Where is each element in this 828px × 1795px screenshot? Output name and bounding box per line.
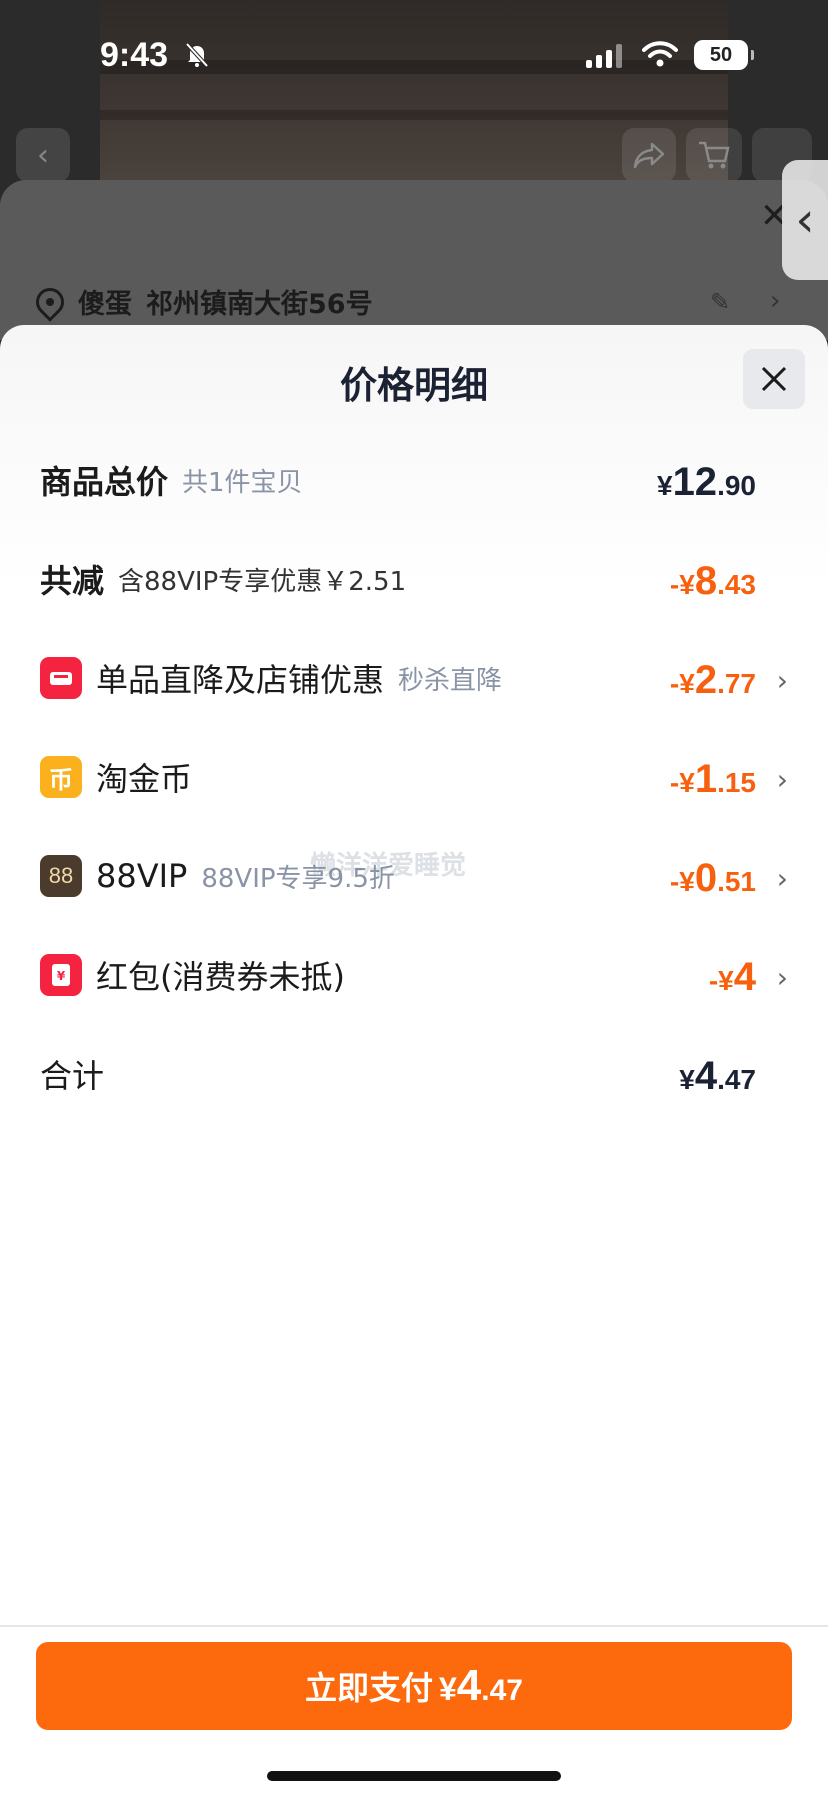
pay-amount: ¥4.47	[439, 1661, 523, 1711]
silent-bell-icon	[185, 42, 209, 68]
row-label: 合计	[40, 1057, 105, 1095]
divider	[0, 1625, 828, 1627]
row-label: 单品直降及店铺优惠	[96, 661, 385, 699]
row-amount: -¥ 0.51	[670, 846, 756, 906]
status-bar: 9:43 50	[0, 0, 828, 110]
sheet-title: 价格明细	[340, 364, 488, 407]
amount-int: 8	[694, 559, 718, 603]
row-sub: 共1件宝贝	[182, 467, 303, 498]
chevron-right-icon[interactable]: ›	[770, 286, 780, 316]
vip-icon: 88	[40, 855, 82, 897]
side-collapse-tab[interactable]: ‹	[782, 160, 828, 280]
amount-currency: -¥	[669, 569, 695, 600]
row-label: 商品总价	[40, 463, 169, 501]
amount-dec: .47	[717, 1064, 756, 1095]
chevron-right-icon: ›	[776, 763, 788, 796]
status-time: 9:43	[100, 36, 169, 74]
row-amount: -¥ 8.43	[670, 549, 756, 609]
pay-label: 立即支付	[304, 1669, 433, 1707]
chevron-left-icon: ‹	[795, 192, 815, 248]
row-label: 88VIP	[96, 857, 188, 895]
share-icon	[633, 142, 665, 169]
share-button[interactable]	[622, 128, 676, 182]
chevron-left-icon: ‹	[37, 137, 49, 173]
amount-int: 2	[694, 658, 718, 702]
row-amount: -¥ 2.77	[670, 648, 756, 708]
amount-currency: -¥	[669, 668, 695, 699]
home-indicator[interactable]	[267, 1771, 561, 1781]
svg-text:¥: ¥	[57, 969, 66, 983]
row-amount: ¥12.90	[657, 450, 756, 510]
row-label: 红包(消费券未抵)	[96, 958, 345, 996]
amount-dec: .51	[717, 866, 756, 897]
shop-icon	[40, 657, 82, 699]
address-name: 傻蛋	[78, 289, 132, 320]
row-total-discount: 共减 含88VIP专享优惠￥2.51 -¥ 8.43	[40, 549, 788, 609]
amount-dec: .47	[481, 1674, 523, 1707]
chevron-right-icon: ›	[776, 862, 788, 895]
cart-button[interactable]	[686, 128, 742, 182]
red-packet-icon: ¥	[40, 954, 82, 996]
cart-icon	[699, 141, 730, 169]
chevron-right-icon: ›	[776, 961, 788, 994]
row-amount: -¥ 4	[709, 945, 756, 1005]
close-button[interactable]	[743, 349, 805, 409]
amount-currency: -¥	[669, 767, 695, 798]
amount-currency: ¥	[439, 1671, 457, 1707]
row-sub: 含88VIP专享优惠￥2.51	[118, 566, 407, 597]
amount-currency: -¥	[669, 866, 695, 897]
amount-int: 1	[694, 757, 718, 801]
wifi-icon	[642, 41, 678, 67]
row-total-price: 商品总价 共1件宝贝 ¥12.90	[40, 450, 788, 510]
price-detail-sheet: 价格明细 商品总价 共1件宝贝 ¥12.90 共减 含88VIP专享优惠￥2.5…	[0, 325, 828, 1795]
row-amount: ¥4.47	[679, 1044, 756, 1104]
chevron-right-icon: ›	[776, 664, 788, 697]
row-red-packet[interactable]: ¥ 红包(消费券未抵) -¥ 4 ›	[40, 945, 788, 1005]
amount-dec: .90	[717, 470, 756, 501]
back-button[interactable]: ‹	[16, 128, 70, 182]
row-label: 淘金币	[96, 760, 193, 798]
address-text: 祁州镇南大街56号	[146, 289, 373, 320]
row-taojinbi[interactable]: 币 淘金币 -¥ 1.15 ›	[40, 747, 788, 807]
amount-dec: .43	[717, 569, 756, 600]
amount-int: 4	[694, 1054, 718, 1098]
close-icon	[761, 366, 787, 392]
row-sub: 秒杀直降	[398, 665, 503, 696]
amount-int: 4	[733, 955, 756, 999]
amount-currency: -¥	[708, 965, 734, 996]
address-row[interactable]: 傻蛋 祁州镇南大街56号	[30, 281, 373, 322]
amount-currency: ¥	[679, 1064, 695, 1095]
row-shop-discount[interactable]: 单品直降及店铺优惠 秒杀直降 -¥ 2.77 ›	[40, 648, 788, 708]
amount-int: 12	[672, 460, 718, 504]
row-label: 共减	[40, 562, 105, 600]
amount-currency: ¥	[656, 470, 673, 501]
cellular-signal-icon	[586, 44, 622, 68]
amount-int: 0	[694, 856, 718, 900]
amount-int: 4	[456, 1661, 482, 1710]
location-pin-icon	[30, 281, 70, 322]
coin-icon: 币	[40, 756, 82, 798]
pay-now-button[interactable]: 立即支付 ¥4.47	[36, 1642, 792, 1730]
watermark: 懒洋洋爱睡觉	[310, 851, 467, 881]
edit-icon[interactable]: ✎	[710, 288, 730, 316]
battery-indicator: 50	[694, 40, 754, 70]
row-sum: 合计 ¥4.47	[40, 1044, 788, 1104]
amount-dec: .77	[717, 668, 756, 699]
amount-dec: .15	[717, 767, 756, 798]
row-amount: -¥ 1.15	[670, 747, 756, 807]
